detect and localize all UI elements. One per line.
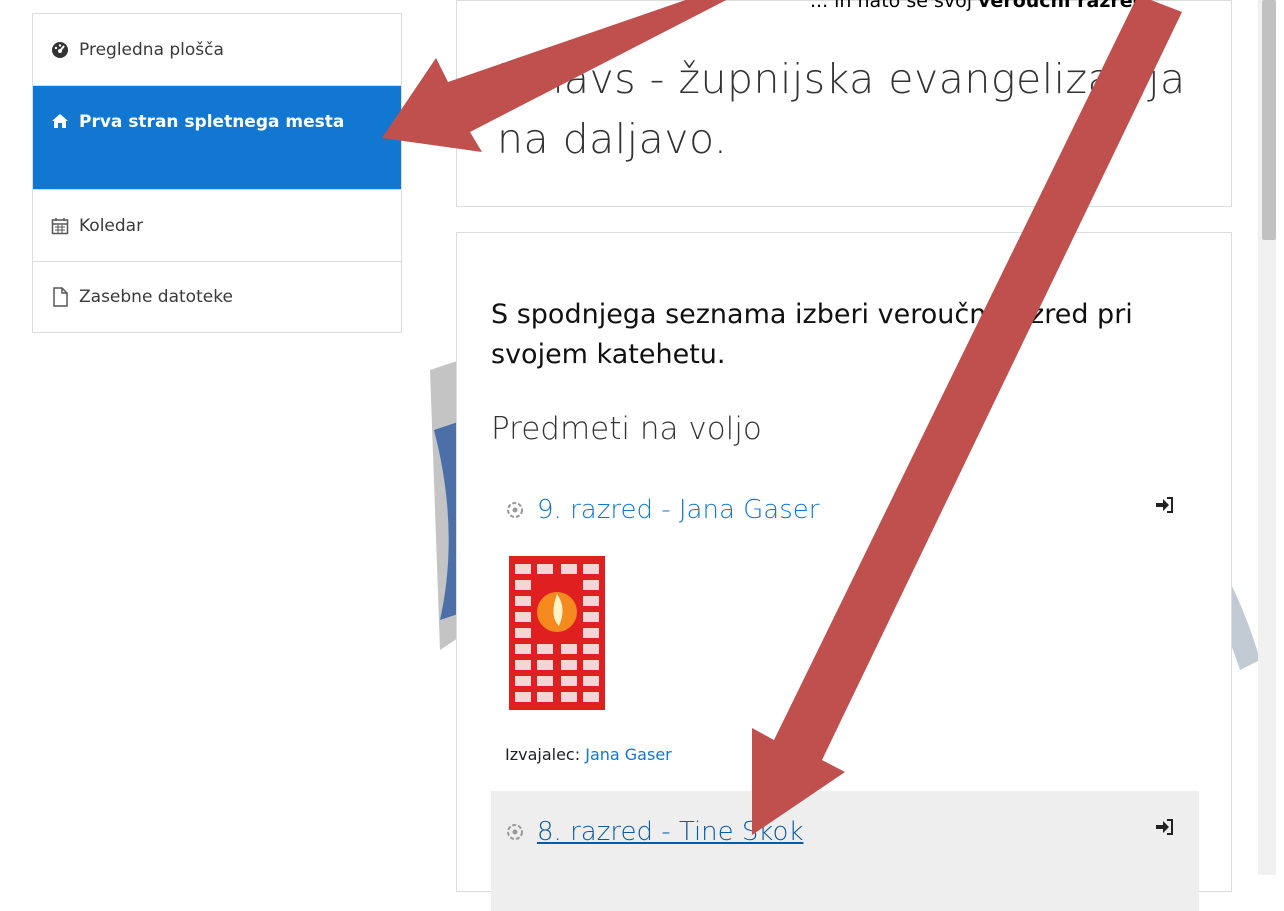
home-icon	[49, 113, 71, 129]
annotation-text: ... in nato še svoj veroučni razred.	[810, 0, 1154, 12]
nav-item-label: Pregledna plošča	[79, 39, 224, 60]
course-image	[509, 556, 605, 710]
nav-item-label: Koledar	[79, 215, 144, 236]
calendar-icon	[49, 217, 71, 235]
dashboard-icon	[49, 41, 71, 59]
course-link[interactable]: 8. razred - Tine Skok	[505, 817, 1199, 847]
site-title-card: Emavs - župnijska evangelizacija na dalj…	[456, 0, 1232, 207]
page-title: Emavs - župnijska evangelizacija na dalj…	[497, 55, 1186, 163]
course-name: 9. razred - Jana Gaser	[537, 495, 820, 525]
nav-item-label: Zasebne datoteke	[79, 287, 233, 307]
course-icon	[505, 822, 527, 842]
course-teacher: Izvajalec: Jana Gaser	[505, 745, 672, 764]
course-icon	[505, 500, 527, 520]
section-heading: Predmeti na voljo	[491, 411, 762, 447]
course-list-card: S spodnjega seznama izberi veroučni razr…	[456, 232, 1232, 911]
course-item: 8. razred - Tine Skok	[491, 791, 1199, 911]
intro-text: S spodnjega seznama izberi veroučni razr…	[491, 299, 1133, 370]
file-icon	[49, 287, 71, 307]
teacher-link[interactable]: Jana Gaser	[585, 745, 672, 764]
sidebar-nav: Pregledna plošča Prva stran spletnega me…	[32, 13, 402, 333]
enrol-icon[interactable]	[1155, 819, 1173, 839]
enrol-icon[interactable]	[1155, 497, 1173, 517]
course-name: 8. razred - Tine Skok	[537, 817, 804, 847]
nav-item-label: Prva stran spletnega mesta	[79, 112, 345, 132]
nav-item-private-files[interactable]: Zasebne datoteke	[33, 262, 401, 332]
course-link[interactable]: 9. razred - Jana Gaser	[505, 495, 1199, 525]
nav-item-site-home[interactable]: Prva stran spletnega mesta	[33, 86, 401, 190]
nav-item-dashboard[interactable]: Pregledna plošča	[33, 14, 401, 86]
scrollbar-thumb[interactable]	[1262, 0, 1276, 240]
nav-item-calendar[interactable]: Koledar	[33, 190, 401, 262]
course-item: 9. razred - Jana Gaser Izvajalec: Jana G…	[491, 483, 1199, 783]
window-edge	[1276, 0, 1284, 875]
